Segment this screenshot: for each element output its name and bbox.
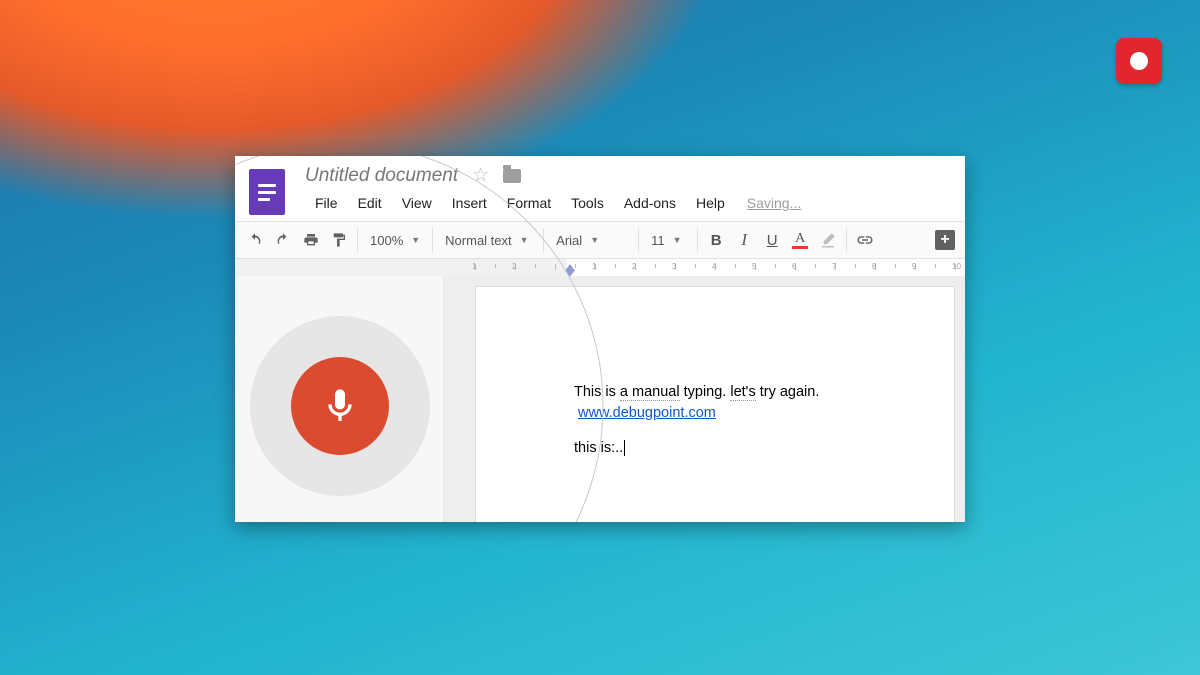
text: try again. xyxy=(756,384,820,400)
menu-view[interactable]: View xyxy=(392,193,442,213)
bold-button[interactable]: B xyxy=(702,226,730,254)
text: This is xyxy=(574,384,620,400)
link-button[interactable] xyxy=(851,226,879,254)
ruler-tick: 5 xyxy=(752,262,756,271)
ruler-tick: 1 xyxy=(592,262,596,271)
zoom-value: 100% xyxy=(370,233,403,248)
zoom-select[interactable]: 100%▼ xyxy=(362,226,428,254)
text: this is:.. xyxy=(574,440,623,456)
text-spellcheck: let's xyxy=(730,384,755,401)
menu-help[interactable]: Help xyxy=(686,193,735,213)
ruler-tick: 7 xyxy=(832,262,836,271)
google-docs-window: Untitled document ☆ File Edit View Inser… xyxy=(235,156,965,522)
record-icon xyxy=(1130,52,1148,70)
docs-logo-icon[interactable] xyxy=(249,169,285,215)
print-icon xyxy=(303,232,319,248)
menu-bar: File Edit View Insert Format Tools Add-o… xyxy=(305,187,965,213)
document-body[interactable]: This is a manual typing. let's try again… xyxy=(476,287,954,459)
ruler-tick: 2 xyxy=(632,262,636,271)
document-title[interactable]: Untitled document xyxy=(305,165,458,187)
ruler-tick: 9 xyxy=(912,262,916,271)
paint-format-icon xyxy=(331,232,347,248)
ruler-tick: 4 xyxy=(712,262,716,271)
font-value: Arial xyxy=(556,233,582,248)
ruler-tick: 2 xyxy=(512,262,516,271)
italic-button[interactable]: I xyxy=(730,226,758,254)
move-folder-icon[interactable] xyxy=(503,169,521,183)
font-size-select[interactable]: 11▼ xyxy=(643,226,693,254)
ruler-tick: 1 xyxy=(472,262,476,271)
menu-insert[interactable]: Insert xyxy=(442,193,497,213)
style-select[interactable]: Normal text▼ xyxy=(437,226,539,254)
plus-icon: + xyxy=(935,230,955,250)
voice-typing-button[interactable] xyxy=(291,357,389,455)
screen-recorder-indicator[interactable] xyxy=(1116,38,1162,84)
font-select[interactable]: Arial▼ xyxy=(548,226,634,254)
paint-format-button[interactable] xyxy=(325,226,353,254)
star-icon[interactable]: ☆ xyxy=(472,164,489,187)
ruler-tick: 6 xyxy=(792,262,796,271)
more-button[interactable]: + xyxy=(931,226,959,254)
menu-file[interactable]: File xyxy=(305,193,348,213)
redo-icon xyxy=(275,232,291,248)
header: Untitled document ☆ File Edit View Inser… xyxy=(235,156,965,221)
menu-edit[interactable]: Edit xyxy=(348,193,392,213)
text-spellcheck: a manual xyxy=(620,384,680,401)
ruler-tick: 10 xyxy=(952,262,961,271)
document-page[interactable]: This is a manual typing. let's try again… xyxy=(475,286,955,522)
redo-button[interactable] xyxy=(269,226,297,254)
print-button[interactable] xyxy=(297,226,325,254)
font-size-value: 11 xyxy=(651,233,665,248)
menu-tools[interactable]: Tools xyxy=(561,193,614,213)
text-color-icon: A xyxy=(795,232,805,246)
highlight-button[interactable] xyxy=(814,226,842,254)
style-value: Normal text xyxy=(445,233,511,248)
link-icon xyxy=(856,231,874,249)
hyperlink[interactable]: www.debugpoint.com xyxy=(578,405,716,421)
text-color-button[interactable]: A xyxy=(786,226,814,254)
text: typing. xyxy=(680,384,731,400)
ruler-tick: 3 xyxy=(672,262,676,271)
menu-format[interactable]: Format xyxy=(497,193,561,213)
text-cursor xyxy=(624,440,625,456)
toolbar: 100%▼ Normal text▼ Arial▼ 11▼ B I U A xyxy=(235,221,965,259)
underline-button[interactable]: U xyxy=(758,226,786,254)
undo-button[interactable] xyxy=(241,226,269,254)
microphone-icon xyxy=(320,386,360,426)
ruler-tick: 8 xyxy=(872,262,876,271)
menu-addons[interactable]: Add-ons xyxy=(614,193,686,213)
undo-icon xyxy=(247,232,263,248)
saving-status: Saving... xyxy=(735,195,801,211)
highlight-icon xyxy=(819,231,837,249)
desktop: Untitled document ☆ File Edit View Inser… xyxy=(0,0,1200,675)
